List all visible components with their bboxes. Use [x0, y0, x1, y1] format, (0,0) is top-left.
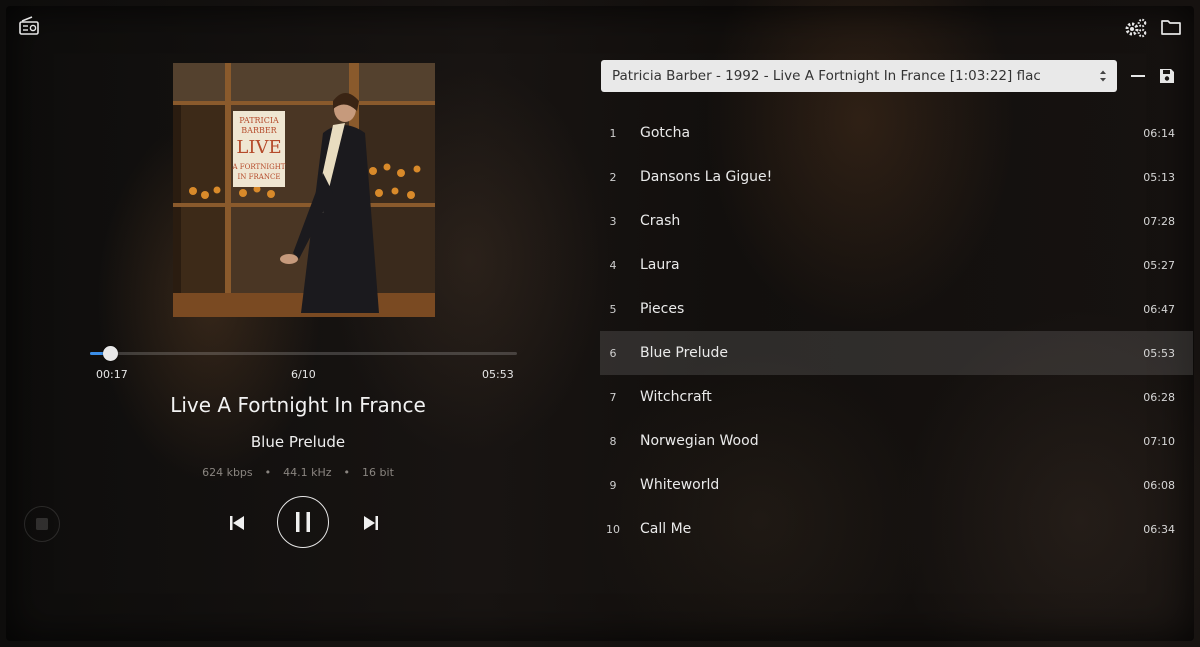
- track-number: 6: [609, 346, 617, 360]
- track-number: 2: [609, 170, 617, 184]
- cover-text-5: IN FRANCE: [238, 173, 281, 181]
- track-number: 7: [609, 390, 617, 404]
- samplerate: 44.1 kHz: [283, 466, 332, 479]
- separator: •: [343, 466, 351, 479]
- track-number: 8: [609, 434, 617, 448]
- minus-icon: [1131, 75, 1145, 77]
- track-number: 10: [606, 522, 620, 536]
- track-name: Call Me: [640, 521, 692, 537]
- track-name: Norwegian Wood: [640, 433, 759, 449]
- track-number: 4: [609, 258, 617, 272]
- track-row[interactable]: 1 Gotcha 06:14: [600, 111, 1193, 155]
- total-time: 05:53: [482, 368, 514, 381]
- track-duration: 06:14: [1143, 126, 1175, 140]
- bitdepth: 16 bit: [362, 466, 394, 479]
- track-row[interactable]: 2 Dansons La Gigue! 05:13: [600, 155, 1193, 199]
- radio-icon[interactable]: [16, 14, 42, 38]
- skip-next-icon: [364, 516, 378, 530]
- save-icon: [1160, 69, 1174, 83]
- skip-previous-icon: [230, 516, 244, 530]
- cover-text-2: BARBER: [241, 126, 277, 135]
- track-duration: 05:27: [1143, 258, 1175, 272]
- track-name: Gotcha: [640, 125, 691, 141]
- track-duration: 05:53: [1143, 346, 1175, 360]
- cover-text-1: PATRICIA: [239, 116, 279, 125]
- pause-icon: [296, 512, 310, 532]
- track-title: Blue Prelude: [250, 433, 346, 451]
- track-duration: 06:34: [1143, 522, 1175, 536]
- track-row[interactable]: 6 Blue Prelude 05:53: [600, 331, 1193, 375]
- pause-button[interactable]: [277, 496, 329, 548]
- next-button[interactable]: [358, 511, 384, 535]
- track-duration: 06:28: [1143, 390, 1175, 404]
- track-number: 5: [609, 302, 617, 316]
- track-duration: 07:28: [1143, 214, 1175, 228]
- folder-icon[interactable]: [1158, 15, 1184, 39]
- track-row[interactable]: 10 Call Me 06:34: [600, 507, 1193, 551]
- remove-button[interactable]: [1128, 66, 1148, 86]
- track-row[interactable]: 3 Crash 07:28: [600, 199, 1193, 243]
- track-name: Blue Prelude: [640, 345, 728, 361]
- track-row[interactable]: 5 Pieces 06:47: [600, 287, 1193, 331]
- album-title: Live A Fortnight In France: [170, 393, 426, 417]
- album-cover: PATRICIA BARBER LIVE A FORTNIGHT IN FRAN…: [173, 63, 435, 317]
- track-name: Crash: [640, 213, 681, 229]
- track-name: Whiteworld: [640, 477, 720, 493]
- track-row[interactable]: 4 Laura 05:27: [600, 243, 1193, 287]
- track-row[interactable]: 9 Whiteworld 06:08: [600, 463, 1193, 507]
- elapsed-time: 00:17: [96, 368, 128, 381]
- settings-icon[interactable]: [1123, 16, 1149, 40]
- track-duration: 06:08: [1143, 478, 1175, 492]
- audio-info: 624 kbps • 44.1 kHz • 16 bit: [90, 466, 506, 479]
- stop-icon: [36, 518, 48, 530]
- track-name: Laura: [640, 257, 680, 273]
- playlist-select[interactable]: Patricia Barber - 1992 - Live A Fortnigh…: [601, 60, 1117, 92]
- progress-track[interactable]: [90, 346, 517, 361]
- stop-button[interactable]: [24, 506, 60, 542]
- track-duration: 05:13: [1143, 170, 1175, 184]
- separator: •: [264, 466, 272, 479]
- track-row[interactable]: 7 Witchcraft 06:28: [600, 375, 1193, 419]
- select-arrows-icon: [1100, 70, 1106, 82]
- track-name: Witchcraft: [640, 389, 712, 405]
- track-duration: 06:47: [1143, 302, 1175, 316]
- track-list: 1 Gotcha 06:14 2 Dansons La Gigue! 05:13 3 Cras…: [600, 111, 1193, 551]
- playlist-select-label: Patricia Barber - 1992 - Live A Fortnigh…: [612, 68, 1041, 84]
- track-position: 6/10: [291, 368, 316, 381]
- cover-text-4: A FORTNIGHT: [232, 163, 286, 171]
- track-duration: 07:10: [1143, 434, 1175, 448]
- track-name: Pieces: [640, 301, 685, 317]
- track-number: 3: [609, 214, 617, 228]
- track-row[interactable]: 8 Norwegian Wood 07:10: [600, 419, 1193, 463]
- track-number: 1: [609, 126, 617, 140]
- cover-text-3: LIVE: [236, 137, 281, 158]
- track-name: Dansons La Gigue!: [640, 169, 773, 185]
- previous-button[interactable]: [224, 511, 250, 535]
- save-button[interactable]: [1157, 66, 1177, 86]
- track-number: 9: [609, 478, 617, 492]
- bitrate: 624 kbps: [202, 466, 253, 479]
